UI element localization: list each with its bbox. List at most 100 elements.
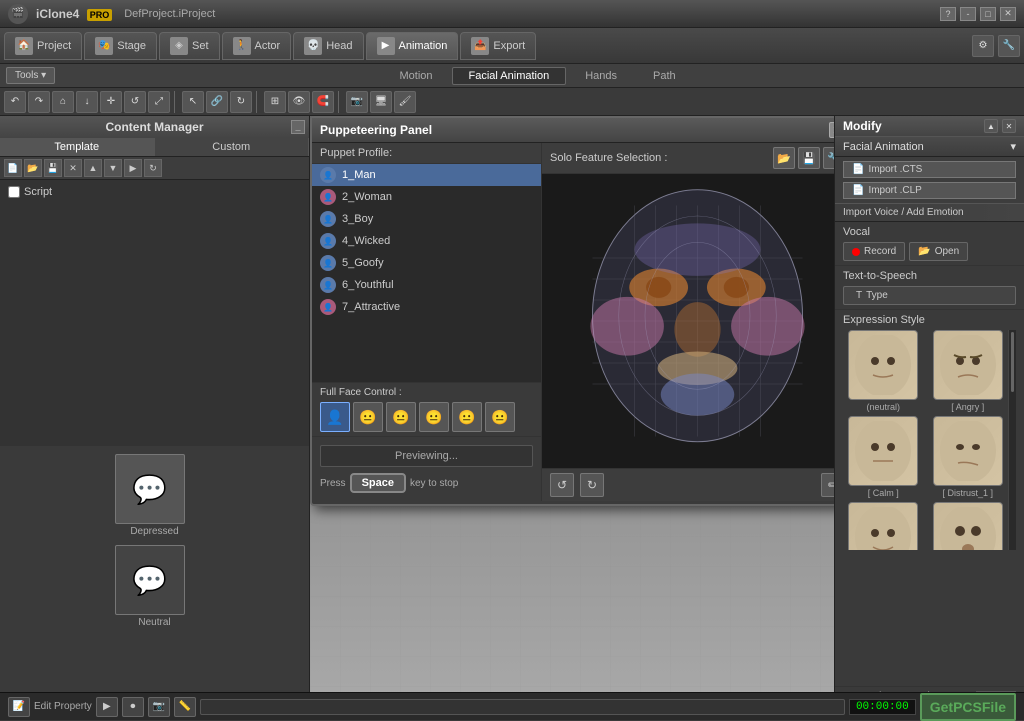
move-up-button[interactable]: ▲ — [84, 159, 102, 177]
profile-icon-7attractive: 👤 — [320, 299, 336, 315]
script-checkbox[interactable] — [8, 186, 20, 198]
view-button[interactable]: 👁 — [288, 91, 310, 113]
play-script-button[interactable]: ▶ — [124, 159, 142, 177]
expr-surprised-face[interactable] — [933, 502, 1003, 550]
puppet-rotate-button[interactable]: ↺ — [550, 473, 574, 497]
panel-minimize-button[interactable]: _ — [291, 120, 305, 134]
paint-button[interactable]: 🖌 — [394, 91, 416, 113]
select-button[interactable]: ↖ — [182, 91, 204, 113]
delete-script-button[interactable]: ✕ — [64, 159, 82, 177]
help-button[interactable]: ? — [940, 7, 956, 21]
edit-property-button[interactable]: 📝 — [8, 697, 30, 717]
face-thumb-5[interactable]: 😐 — [485, 402, 515, 432]
grid-button[interactable]: ⊞ — [264, 91, 286, 113]
profile-item-3boy[interactable]: 👤 3_Boy — [312, 208, 541, 230]
expr-distrust-face[interactable] — [933, 416, 1003, 486]
play-button[interactable]: ▶ — [96, 697, 118, 717]
record-timeline-button[interactable]: ⏺ — [122, 697, 144, 717]
profile-item-4wicked[interactable]: 👤 4_Wicked — [312, 230, 541, 252]
open-script-button[interactable]: 📂 — [24, 159, 42, 177]
puppeteering-panel: Puppeteering Panel ✕ Puppet Profile: 👤 1… — [310, 116, 834, 506]
open-button[interactable]: 📂 Open — [909, 242, 968, 261]
expr-angry-face[interactable] — [933, 330, 1003, 400]
tab-stage[interactable]: 🎭 Stage — [84, 32, 157, 60]
profile-item-7attractive[interactable]: 👤 7_Attractive — [312, 296, 541, 318]
save-script-button[interactable]: 💾 — [44, 159, 62, 177]
face-thumb-1[interactable]: 😐 — [353, 402, 383, 432]
close-button[interactable]: ✕ — [1000, 7, 1016, 21]
facial-animation-section[interactable]: Facial Animation ▾ — [835, 136, 1024, 157]
subtab-motion[interactable]: Motion — [382, 67, 449, 85]
thumb-depressed-label: Depressed — [115, 526, 195, 537]
record-button[interactable]: Record — [843, 242, 905, 261]
undo-button[interactable]: ↶ — [4, 91, 26, 113]
puppet-close-button[interactable]: ✕ — [829, 122, 834, 138]
timeline-bar[interactable] — [200, 699, 845, 715]
sf-wrench-button[interactable]: 🔧 — [823, 147, 834, 169]
move-button[interactable]: ✛ — [100, 91, 122, 113]
face-thumb-4[interactable]: 😐 — [452, 402, 482, 432]
new-script-button[interactable]: 📄 — [4, 159, 22, 177]
type-button[interactable]: T Type — [843, 286, 1016, 305]
tab-export[interactable]: 📤 Export — [460, 32, 536, 60]
expr-pleased-face[interactable] — [848, 502, 918, 550]
loop-script-button[interactable]: ↻ — [144, 159, 162, 177]
scroll-thumb[interactable] — [1011, 332, 1014, 392]
tab-set[interactable]: ◈ Set — [159, 32, 220, 60]
redo-button[interactable]: ↷ — [28, 91, 50, 113]
tab-animation[interactable]: ▶ Animation — [366, 32, 459, 60]
settings-icon[interactable]: 🔧 — [998, 35, 1020, 57]
sf-folder-button[interactable]: 📂 — [773, 147, 795, 169]
tab-actor[interactable]: 🚶 Actor — [222, 32, 292, 60]
maximize-button[interactable]: □ — [980, 7, 996, 21]
expr-neutral-face[interactable] — [848, 330, 918, 400]
tab-export-label: Export — [493, 40, 525, 52]
subtab-facial[interactable]: Facial Animation — [452, 67, 567, 85]
minimize-button[interactable]: - — [960, 7, 976, 21]
profile-label-7attractive: 7_Attractive — [342, 301, 400, 313]
rotate-button[interactable]: ↺ — [124, 91, 146, 113]
expression-scrollbar[interactable] — [1008, 330, 1016, 550]
tools-button[interactable]: Tools ▾ — [6, 67, 55, 84]
import-cts-button[interactable]: 📄 Import .CTS — [843, 161, 1016, 178]
scale-button[interactable]: ⤢ — [148, 91, 170, 113]
face-thumb-0[interactable]: 👤 — [320, 402, 350, 432]
camera-button[interactable]: 📷 — [346, 91, 368, 113]
gear-icon[interactable]: ⚙ — [972, 35, 994, 57]
profile-item-6youthful[interactable]: 👤 6_Youthful — [312, 274, 541, 296]
script-item[interactable]: Script — [4, 184, 305, 200]
snap-button[interactable]: 🧲 — [312, 91, 334, 113]
tab-template[interactable]: Template — [0, 138, 155, 156]
import-clp-button[interactable]: 📄 Import .CLP — [843, 182, 1016, 199]
tab-custom[interactable]: Custom — [155, 138, 310, 156]
panel-up-button[interactable]: ▲ — [984, 119, 998, 133]
move-down-button[interactable]: ▼ — [104, 159, 122, 177]
profile-item-1man[interactable]: 👤 1_Man — [312, 164, 541, 186]
profile-item-2woman[interactable]: 👤 2_Woman — [312, 186, 541, 208]
puppet-body: Puppet Profile: 👤 1_Man 👤 2_Woman 👤 3 — [312, 143, 834, 501]
down-button[interactable]: ↓ — [76, 91, 98, 113]
tab-project[interactable]: 🏠 Project — [4, 32, 82, 60]
refresh-button[interactable]: ↻ — [230, 91, 252, 113]
thumb-neutral-label: Neutral — [115, 617, 195, 628]
subtab-hands[interactable]: Hands — [568, 67, 634, 85]
subtab-path[interactable]: Path — [636, 67, 693, 85]
thumbnail-neutral[interactable]: 💬 Neutral — [115, 545, 195, 628]
expr-calm-face[interactable] — [848, 416, 918, 486]
thumbnail-depressed[interactable]: 💬 Depressed — [115, 454, 195, 537]
puppet-erase-button[interactable]: ✏ — [821, 473, 834, 497]
camera-bottom-button[interactable]: 📷 — [148, 697, 170, 717]
render-button[interactable]: 🖥 — [370, 91, 392, 113]
ruler-button[interactable]: 📏 — [174, 697, 196, 717]
face-thumb-3[interactable]: 😐 — [419, 402, 449, 432]
sf-save-button[interactable]: 💾 — [798, 147, 820, 169]
puppet-reset-button[interactable]: ↻ — [580, 473, 604, 497]
panel-close-button[interactable]: ✕ — [1002, 119, 1016, 133]
face-thumb-2[interactable]: 😐 — [386, 402, 416, 432]
profile-icon-4wicked: 👤 — [320, 233, 336, 249]
home-button[interactable]: ⌂ — [52, 91, 74, 113]
profile-item-5goofy[interactable]: 👤 5_Goofy — [312, 252, 541, 274]
space-key[interactable]: Space — [350, 473, 406, 493]
tab-head[interactable]: 💀 Head — [293, 32, 363, 60]
link-button[interactable]: 🔗 — [206, 91, 228, 113]
